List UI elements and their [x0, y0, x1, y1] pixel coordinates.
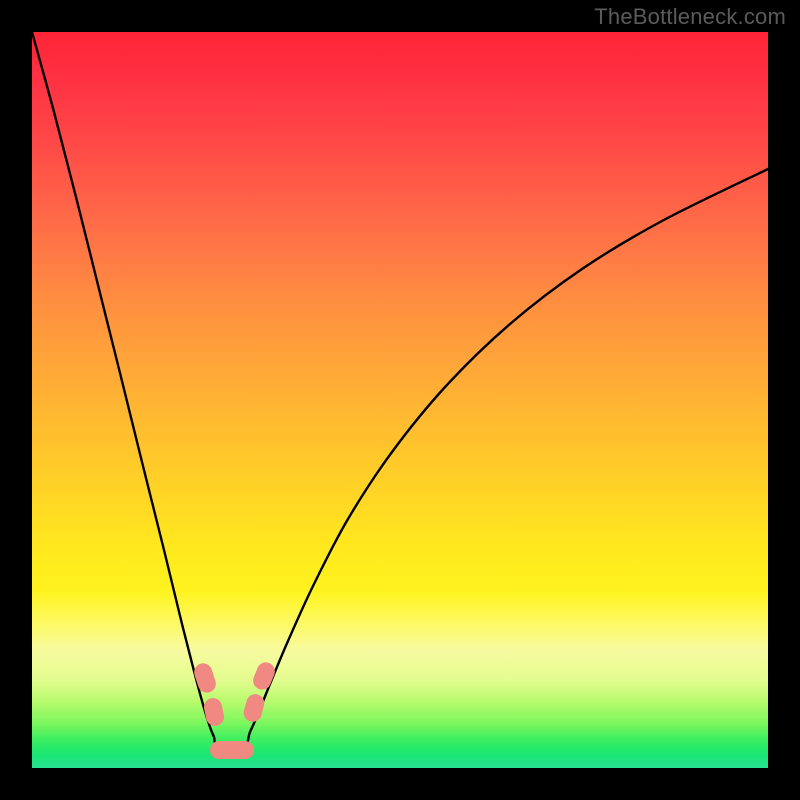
marker-bottom [210, 741, 254, 759]
bottleneck-curve [32, 32, 768, 768]
watermark-text: TheBottleneck.com [594, 4, 786, 30]
chart-frame: TheBottleneck.com [0, 0, 800, 800]
plot-area [32, 32, 768, 768]
